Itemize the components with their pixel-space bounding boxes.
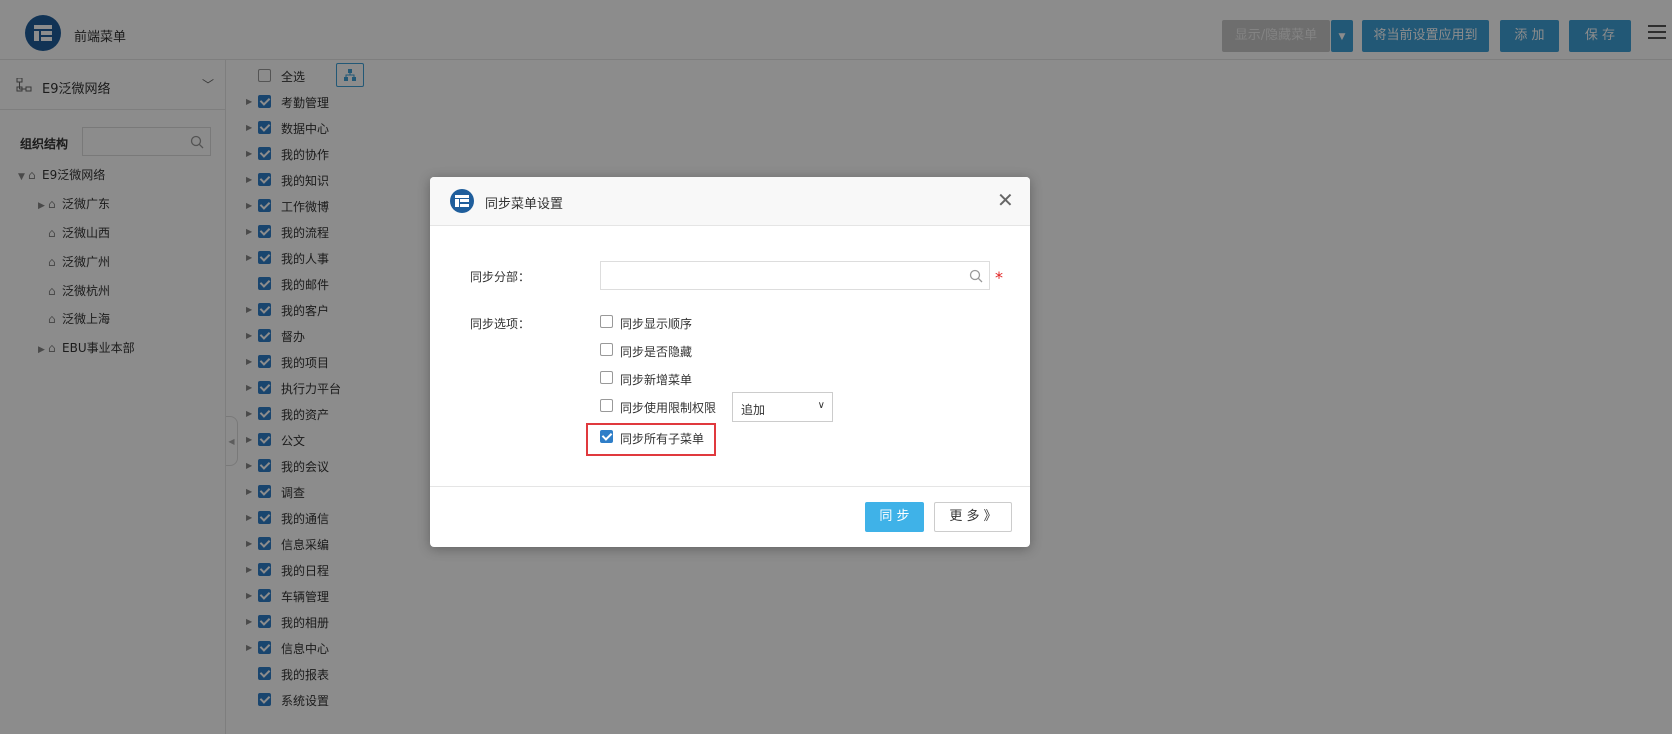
option-checkbox[interactable]	[600, 371, 613, 384]
highlight-box	[586, 423, 716, 456]
option-checkbox[interactable]	[600, 399, 613, 412]
dialog-title: 同步菜单设置	[485, 197, 564, 212]
option-checkbox[interactable]	[600, 343, 613, 356]
more-button[interactable]: 更 多 》	[934, 502, 1012, 532]
dept-input[interactable]	[601, 262, 941, 289]
dialog-footer-divider	[430, 486, 1030, 487]
option-checkbox[interactable]	[600, 315, 613, 328]
close-icon[interactable]: ✕	[997, 190, 1014, 210]
sync-menu-dialog: 同步菜单设置 ✕ 同步分部： * 同步选项： 同步显示顺序 同步是否隐藏 同步新…	[430, 177, 1030, 547]
required-mark: *	[995, 268, 1003, 287]
options-label: 同步选项：	[470, 317, 531, 331]
dept-label: 同步分部：	[470, 270, 531, 284]
chevron-down-icon: ∨	[817, 400, 825, 411]
dept-field[interactable]	[600, 261, 990, 290]
dialog-header: 同步菜单设置 ✕	[430, 177, 1030, 226]
sync-button[interactable]: 同 步	[865, 502, 924, 532]
permission-mode-select[interactable]: 追加 ∨	[732, 392, 833, 422]
search-icon[interactable]	[969, 269, 983, 283]
dialog-logo-icon	[450, 189, 474, 213]
